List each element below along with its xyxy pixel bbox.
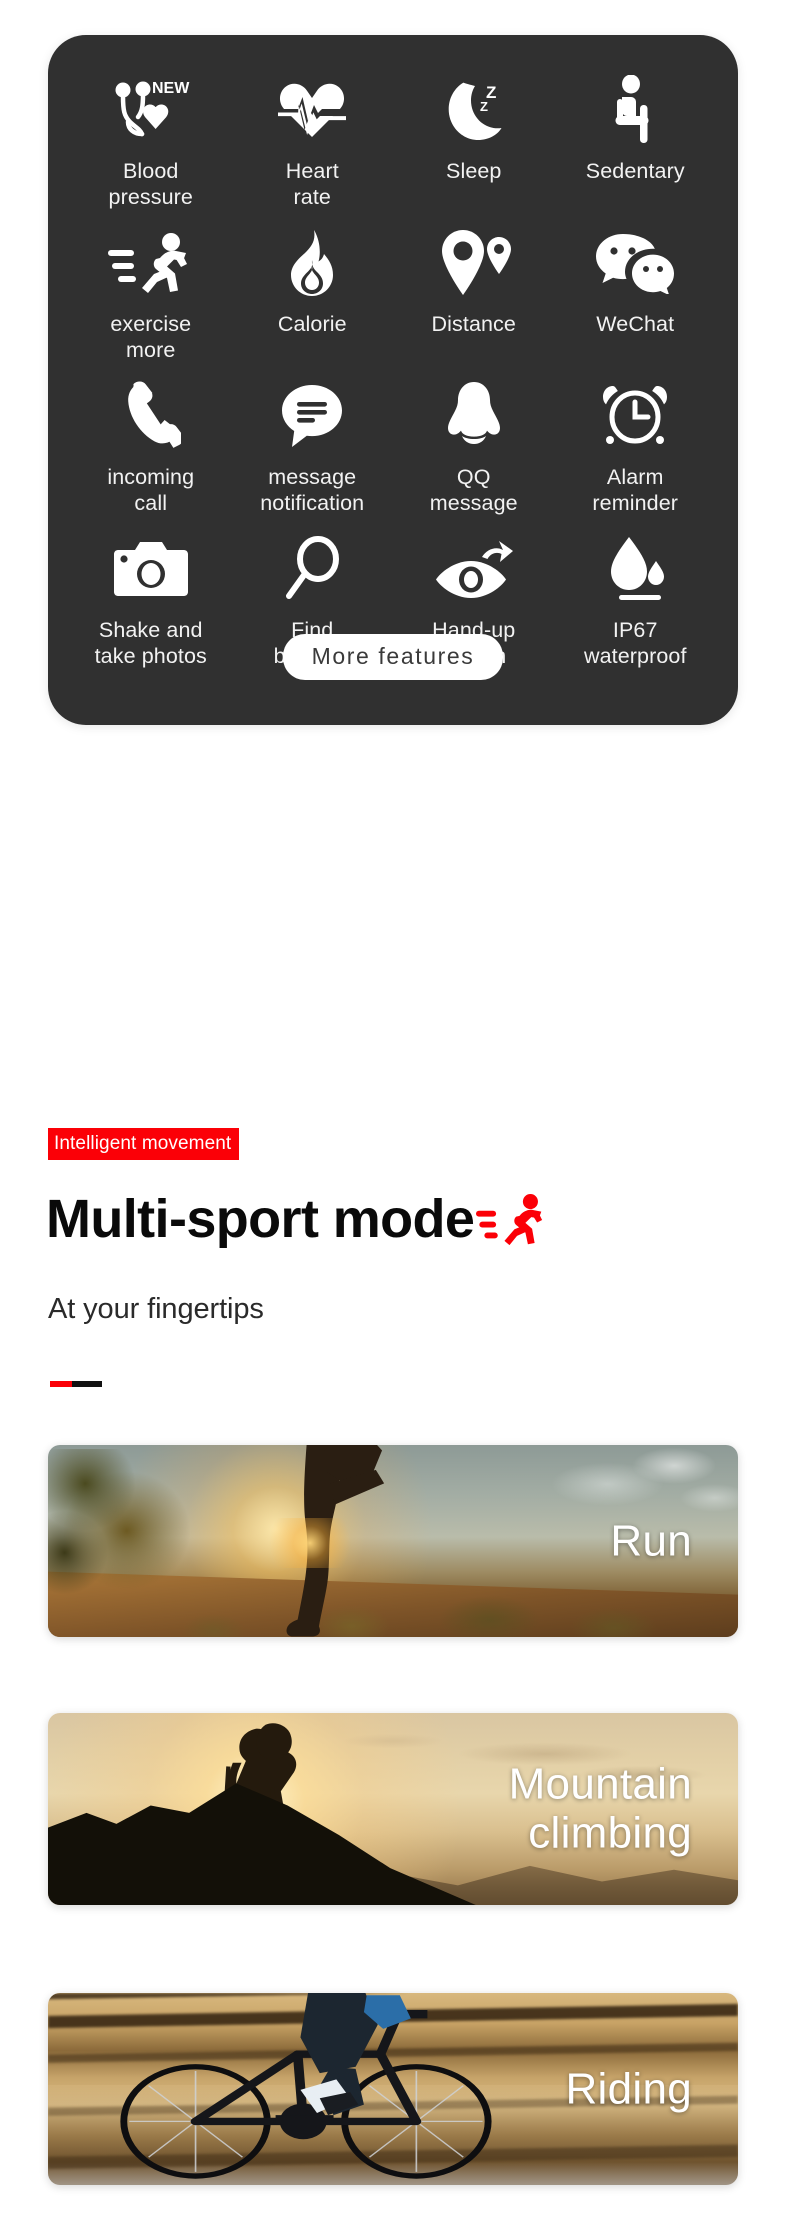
map-pin-icon: [414, 224, 534, 302]
feature-label: WeChat: [596, 312, 675, 336]
feature-label: Blood pressure: [108, 159, 193, 209]
moon-zzz-icon: Z Z: [414, 71, 534, 149]
feature-label: exercise more: [110, 312, 192, 362]
more-features-button[interactable]: More features: [282, 634, 504, 680]
sport-card-mountain-climbing[interactable]: Mountain climbing: [48, 1713, 738, 1905]
feature-item-sleep[interactable]: Z Z Sleep: [393, 63, 555, 210]
feature-item-message-notification[interactable]: message notification: [232, 369, 394, 516]
feature-item-qq-message[interactable]: QQ message: [393, 369, 555, 516]
intelligent-movement-tagline: Intelligent movement: [48, 1128, 240, 1160]
feature-grid: NEW Blood pressure Heart rate Z Z Sleep …: [70, 63, 716, 669]
sport-card-run[interactable]: Run: [48, 1445, 738, 1637]
feature-label: QQ message: [429, 465, 518, 515]
more-features-wrap: More features: [48, 634, 738, 680]
eye-raise-icon: [414, 530, 534, 608]
magnifier-icon: [252, 530, 372, 608]
alarm-clock-icon: [575, 377, 695, 455]
page-title: Multi-sport mode: [46, 1190, 548, 1248]
feature-item-distance[interactable]: Distance: [393, 216, 555, 363]
feature-item-calorie[interactable]: Calorie: [232, 216, 394, 363]
feature-item-blood-pressure[interactable]: NEW Blood pressure: [70, 63, 232, 210]
headline-text: Multi-sport mode: [46, 1189, 475, 1249]
subheadline: At your fingertips: [48, 1293, 264, 1325]
feature-item-exercise-more[interactable]: exercise more: [70, 216, 232, 363]
feature-label: Heart rate: [285, 159, 339, 209]
feature-label: Alarm reminder: [592, 465, 679, 515]
qq-penguin-icon: [414, 377, 534, 455]
wechat-icon: [575, 224, 695, 302]
sitting-person-icon: [575, 71, 695, 149]
running-person-red-icon: [476, 1192, 548, 1248]
phone-handset-icon: [91, 377, 211, 455]
feature-label: Sleep: [446, 159, 502, 183]
feature-label: Distance: [431, 312, 516, 336]
camera-icon: [91, 530, 211, 608]
stethoscope-heart-icon: NEW: [91, 71, 211, 149]
section-divider: [50, 1381, 102, 1387]
svg-text:Z: Z: [480, 99, 488, 114]
flame-icon: [252, 224, 372, 302]
feature-label: Sedentary: [585, 159, 685, 183]
feature-item-heart-rate[interactable]: Heart rate: [232, 63, 394, 210]
feature-item-alarm-reminder[interactable]: Alarm reminder: [555, 369, 717, 516]
feature-label: message notification: [260, 465, 365, 515]
divider-red-segment: [50, 1381, 72, 1387]
running-person-icon: [91, 224, 211, 302]
feature-item-sedentary[interactable]: Sedentary: [555, 63, 717, 210]
message-bubble-icon: [252, 377, 372, 455]
feature-label: incoming call: [107, 465, 195, 515]
feature-item-incoming-call[interactable]: incoming call: [70, 369, 232, 516]
svg-text:NEW: NEW: [152, 80, 190, 97]
divider-dark-segment: [72, 1381, 102, 1387]
sport-card-title: Run: [610, 1516, 692, 1566]
sport-card-title: Mountain climbing: [508, 1759, 692, 1858]
feature-item-wechat[interactable]: WeChat: [555, 216, 717, 363]
feature-card: NEW Blood pressure Heart rate Z Z Sleep …: [48, 35, 738, 725]
sport-card-title: Riding: [565, 2064, 692, 2114]
heart-pulse-icon: [252, 71, 372, 149]
sport-card-riding[interactable]: Riding: [48, 1993, 738, 2185]
feature-label: Calorie: [277, 312, 347, 336]
water-drop-icon: [575, 530, 695, 608]
